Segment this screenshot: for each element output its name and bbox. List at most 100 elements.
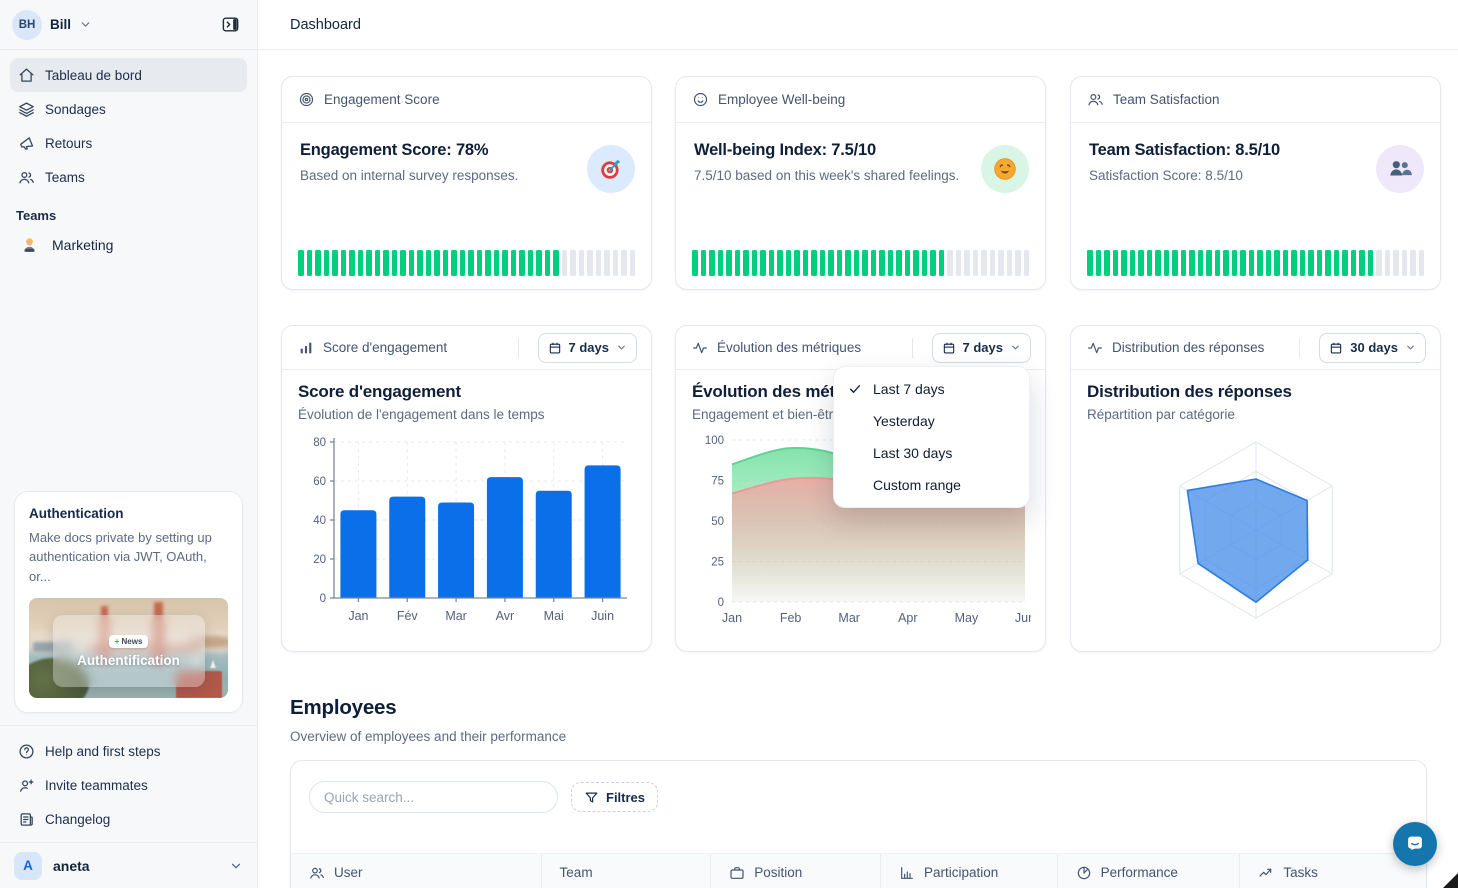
- sidebar-item-changelog[interactable]: Changelog: [10, 802, 247, 836]
- progress-segment: [743, 250, 749, 276]
- sidebar-team-marketing[interactable]: Marketing: [10, 227, 247, 263]
- column-header-position[interactable]: Position: [710, 854, 880, 888]
- progress-segment: [922, 250, 928, 276]
- table-toolbar: Filtres: [291, 761, 1426, 813]
- svg-text:0: 0: [718, 597, 724, 609]
- filters-button[interactable]: Filtres: [571, 782, 658, 812]
- sidebar-item-retours[interactable]: Retours: [10, 126, 247, 160]
- workspace-name: aneta: [53, 858, 90, 874]
- progress-segment: [375, 250, 381, 276]
- progress-segment: [803, 250, 809, 276]
- card-header-label: Engagement Score: [324, 92, 440, 107]
- panel-collapse-icon[interactable]: [215, 10, 245, 40]
- range-select-button[interactable]: 7 days: [932, 333, 1031, 363]
- progress-segment: [1172, 250, 1178, 276]
- svg-text:Mar: Mar: [445, 609, 467, 623]
- column-label: Participation: [924, 865, 998, 880]
- news-badge: + News: [109, 635, 149, 648]
- authentication-promo-card[interactable]: Authentication Make docs private by sett…: [14, 491, 243, 714]
- card-body: Score d'engagement Évolution de l'engage…: [282, 370, 651, 635]
- main-content: Engagement Score Engagement Score: 78% B…: [258, 50, 1458, 888]
- chart-title: Score d'engagement: [298, 382, 635, 402]
- teams-section-label: Teams: [16, 208, 251, 223]
- progress-segment: [828, 250, 834, 276]
- sidebar-item-invite[interactable]: Invite teammates: [10, 768, 247, 802]
- divider: [912, 338, 913, 358]
- svg-text:60: 60: [313, 476, 326, 488]
- column-label: Tasks: [1283, 865, 1318, 880]
- card-body: Distribution des réponses Répartition pa…: [1071, 370, 1440, 635]
- sidebar-item-help[interactable]: Help and first steps: [10, 734, 247, 768]
- progress-segment: [786, 250, 792, 276]
- progress-segment: [1113, 250, 1119, 276]
- progress-segment: [604, 250, 610, 276]
- satisfaction-progress-bar: [1087, 250, 1424, 276]
- progress-segment: [760, 250, 766, 276]
- intercom-chat-icon[interactable]: [1393, 822, 1437, 866]
- range-select-button[interactable]: 30 days: [1319, 333, 1426, 363]
- progress-segment: [692, 250, 698, 276]
- promo-image[interactable]: + News Authentification: [29, 598, 228, 698]
- responses-radar-chart: [1087, 426, 1426, 630]
- card-header: Score d'engagement 7 days: [282, 326, 651, 370]
- menu-item-last-7-days[interactable]: Last 7 days: [834, 373, 1029, 405]
- progress-segment: [528, 250, 534, 276]
- sidebar-item-teams[interactable]: Teams: [10, 160, 247, 194]
- user-avatar[interactable]: BH: [12, 10, 42, 40]
- svg-text:Avr: Avr: [496, 609, 515, 623]
- column-header-team[interactable]: Team: [541, 854, 711, 888]
- progress-segment: [939, 250, 945, 276]
- page-title: Dashboard: [290, 17, 361, 33]
- column-label: Position: [754, 865, 802, 880]
- smiling-face-emoji: [981, 145, 1029, 193]
- calendar-icon: [942, 341, 956, 355]
- changelog-icon: [18, 811, 35, 828]
- menu-item-yesterday[interactable]: Yesterday: [834, 405, 1029, 437]
- chevron-down-icon: [229, 859, 243, 873]
- column-header-performance[interactable]: Performance: [1057, 854, 1240, 888]
- workspace-switcher[interactable]: A aneta: [0, 842, 257, 888]
- progress-segment: [1317, 250, 1323, 276]
- column-header-user[interactable]: User: [291, 854, 541, 888]
- sidebar: BH Bill Tableau de bord: [0, 0, 258, 888]
- progress-segment: [341, 250, 347, 276]
- megaphone-icon: [18, 135, 35, 152]
- engagement-progress-bar: [298, 250, 635, 276]
- progress-segment: [366, 250, 372, 276]
- progress-segment: [324, 250, 330, 276]
- search-input[interactable]: [309, 781, 558, 813]
- chevron-down-icon[interactable]: [79, 18, 92, 31]
- menu-item-custom-range[interactable]: Custom range: [834, 469, 1029, 501]
- progress-segment: [562, 250, 568, 276]
- card-header: Team Satisfaction: [1071, 77, 1440, 123]
- column-header-participation[interactable]: Participation: [880, 854, 1057, 888]
- svg-text:Mar: Mar: [838, 611, 860, 625]
- progress-segment: [726, 250, 732, 276]
- progress-segment: [1291, 250, 1297, 276]
- svg-text:50: 50: [711, 516, 724, 528]
- sidebar-spacer: [0, 263, 257, 491]
- column-header-tasks[interactable]: Tasks: [1239, 854, 1426, 888]
- progress-segment: [358, 250, 364, 276]
- stat-title: Engagement Score: 78%: [300, 141, 633, 160]
- progress-segment: [1164, 250, 1170, 276]
- sidebar-item-sondages[interactable]: Sondages: [10, 92, 247, 126]
- progress-segment: [1181, 250, 1187, 276]
- progress-segment: [1121, 250, 1127, 276]
- column-label: User: [334, 865, 363, 880]
- range-select-button[interactable]: 7 days: [538, 333, 637, 363]
- workspace-avatar: A: [14, 852, 42, 880]
- stat-subtitle: 7.5/10 based on this week's shared feeli…: [694, 168, 1027, 183]
- svg-text:40: 40: [313, 515, 326, 527]
- layers-icon: [18, 101, 35, 118]
- progress-segment: [630, 250, 636, 276]
- user-name[interactable]: Bill: [50, 17, 71, 32]
- svg-text:20: 20: [313, 554, 326, 566]
- progress-segment: [777, 250, 783, 276]
- chart-title: Distribution des réponses: [1087, 382, 1424, 402]
- progress-segment: [613, 250, 619, 276]
- menu-item-last-30-days[interactable]: Last 30 days: [834, 437, 1029, 469]
- progress-segment: [409, 250, 415, 276]
- sidebar-item-tableau-de-bord[interactable]: Tableau de bord: [10, 58, 247, 92]
- activity-icon: [692, 340, 708, 356]
